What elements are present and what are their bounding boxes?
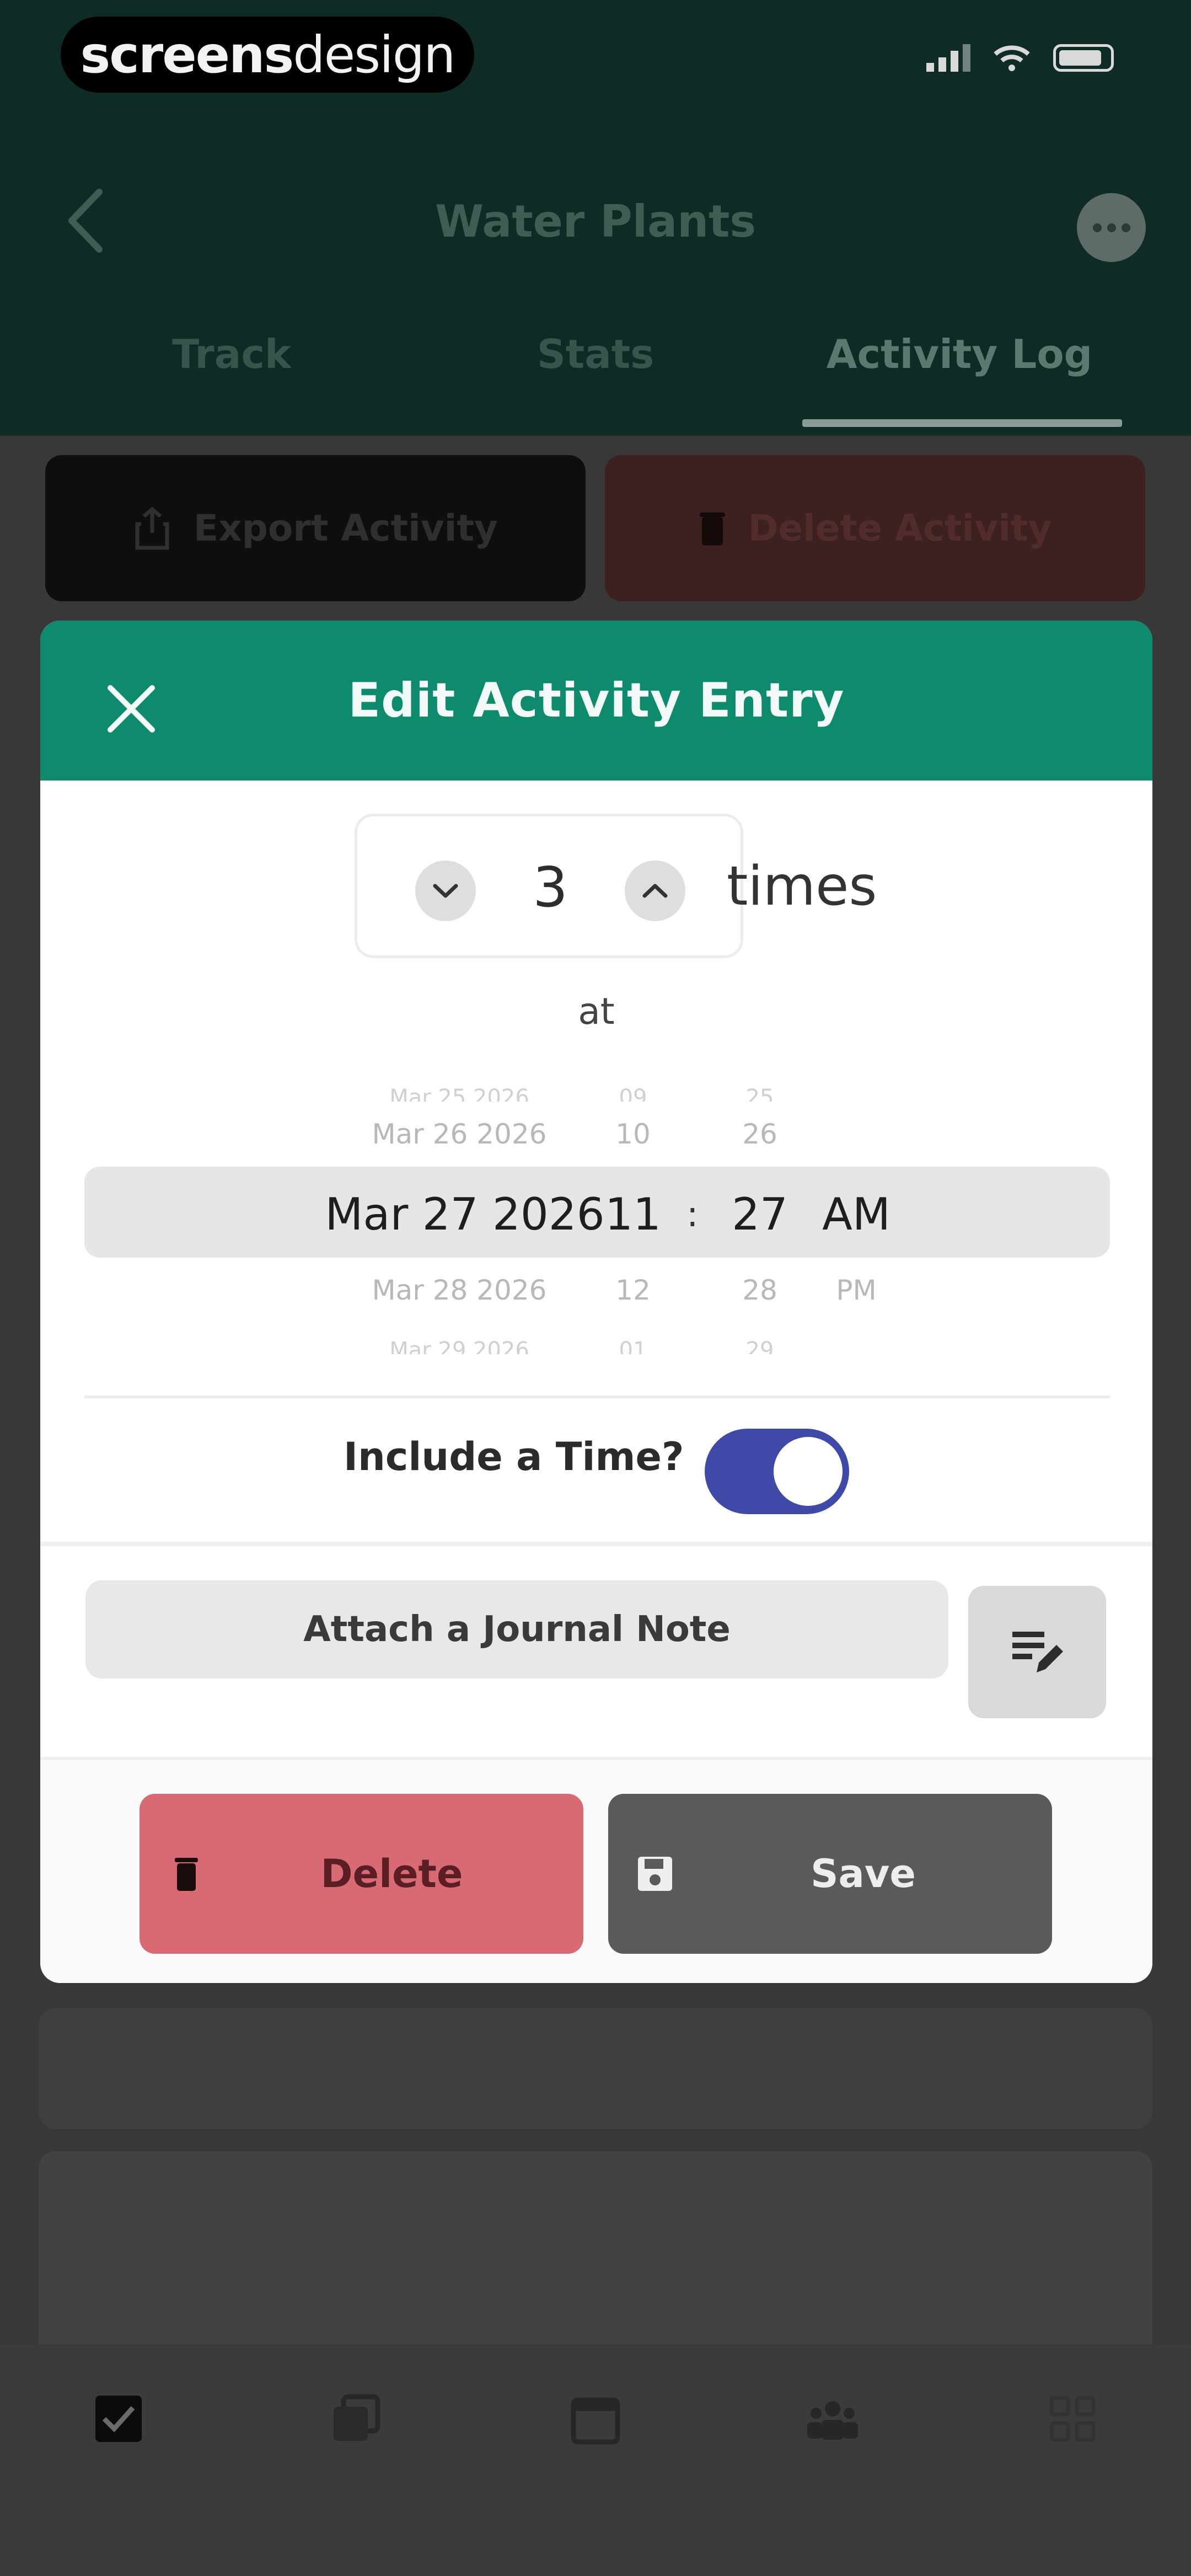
trash-icon	[175, 1858, 198, 1891]
save-label: Save	[811, 1851, 916, 1896]
at-label: at	[578, 990, 615, 1033]
battery-icon	[1053, 44, 1114, 72]
more-options-button[interactable]	[1077, 193, 1146, 262]
save-icon	[638, 1857, 672, 1891]
checkbox-icon	[95, 2396, 142, 2442]
wifi-icon	[994, 45, 1030, 71]
picker-ampm-option[interactable]: PM	[820, 1274, 892, 1306]
tab-stats[interactable]: Stats	[414, 331, 777, 377]
watermark-bold: screens	[80, 25, 294, 84]
picker-minute-option[interactable]: 28	[732, 1274, 787, 1306]
chevron-down-icon	[433, 884, 458, 898]
nav-calendar-button[interactable]	[560, 2383, 631, 2455]
export-activity-label: Export Activity	[194, 507, 498, 549]
picker-minute-option[interactable]: 26	[732, 1118, 787, 1150]
more-icon-dot	[1092, 223, 1102, 232]
picker-hour-option[interactable]: 09	[605, 1085, 661, 1102]
picker-date-option[interactable]: Mar 28 2026	[338, 1274, 581, 1306]
activity-entry-card[interactable]	[39, 2151, 1152, 2361]
nav-grid-button[interactable]	[1037, 2383, 1108, 2455]
times-label: times	[727, 855, 877, 918]
delete-activity-label: Delete Activity	[748, 507, 1052, 549]
more-icon-dot	[1107, 223, 1116, 232]
trash-icon	[699, 512, 725, 546]
active-tab-indicator	[802, 419, 1122, 427]
people-icon	[807, 2401, 858, 2440]
share-icon	[135, 506, 169, 549]
nav-groups-button[interactable]	[797, 2383, 868, 2455]
calendar-icon	[571, 2397, 620, 2445]
picker-date-option[interactable]: Mar 26 2026	[338, 1118, 581, 1150]
tab-activity-log[interactable]: Activity Log	[777, 331, 1141, 377]
decrement-button[interactable]	[415, 861, 476, 921]
bottom-navigation	[0, 2344, 1191, 2576]
chevron-up-icon	[642, 884, 668, 898]
increment-button[interactable]	[625, 861, 685, 921]
delete-label: Delete	[320, 1851, 463, 1896]
tab-track[interactable]: Track	[50, 331, 414, 377]
picker-hour-option[interactable]: 12	[605, 1274, 661, 1306]
picker-hour-option[interactable]: 10	[605, 1118, 661, 1150]
nav-checklist-button[interactable]	[83, 2383, 154, 2455]
picker-minute-option[interactable]: 29	[732, 1338, 787, 1354]
delete-activity-button[interactable]: Delete Activity	[605, 455, 1145, 601]
grid-icon	[1049, 2396, 1096, 2442]
edit-note-button[interactable]	[968, 1586, 1106, 1718]
picker-date-option[interactable]: Mar 29 2026	[344, 1338, 575, 1354]
copy-icon	[334, 2394, 380, 2441]
include-time-label: Include a Time?	[344, 1434, 684, 1479]
back-button[interactable]	[55, 182, 116, 259]
cellular-signal-icon	[926, 44, 970, 72]
journal-note-field[interactable]: Attach a Journal Note	[85, 1580, 948, 1679]
edit-activity-modal: Edit Activity Entry 3 times at Mar 25 20…	[40, 621, 1152, 1983]
activity-entry-card[interactable]	[39, 2008, 1152, 2129]
chevron-left-icon	[68, 189, 103, 253]
picker-date-option[interactable]: Mar 25 2026	[344, 1085, 575, 1102]
picker-hour-option[interactable]: 01	[605, 1338, 661, 1354]
note-edit-icon	[1012, 1632, 1063, 1672]
watermark-thin: design	[293, 25, 455, 84]
divider	[40, 1542, 1152, 1546]
divider	[84, 1396, 1110, 1398]
count-value[interactable]: 3	[495, 855, 605, 920]
delete-button[interactable]: Delete	[140, 1794, 583, 1954]
watermark-badge: screens design	[61, 17, 474, 93]
page-title: Water Plants	[434, 196, 757, 247]
picker-date-selected[interactable]: Mar 27 2026	[316, 1189, 614, 1240]
picker-minute-selected[interactable]: 27	[721, 1189, 798, 1240]
more-icon-dot	[1121, 223, 1130, 232]
picker-ampm-selected[interactable]: AM	[809, 1189, 903, 1240]
save-button[interactable]: Save	[608, 1794, 1052, 1954]
toggle-knob	[774, 1437, 843, 1506]
status-icons	[926, 44, 1114, 72]
nav-copy-button[interactable]	[320, 2383, 391, 2455]
picker-hour-selected[interactable]: 11	[594, 1189, 672, 1240]
picker-colon: :	[686, 1194, 699, 1235]
picker-minute-option[interactable]: 25	[732, 1085, 787, 1102]
modal-title: Edit Activity Entry	[348, 673, 845, 728]
export-activity-button[interactable]: Export Activity	[45, 455, 586, 601]
count-stepper: 3	[355, 814, 743, 958]
